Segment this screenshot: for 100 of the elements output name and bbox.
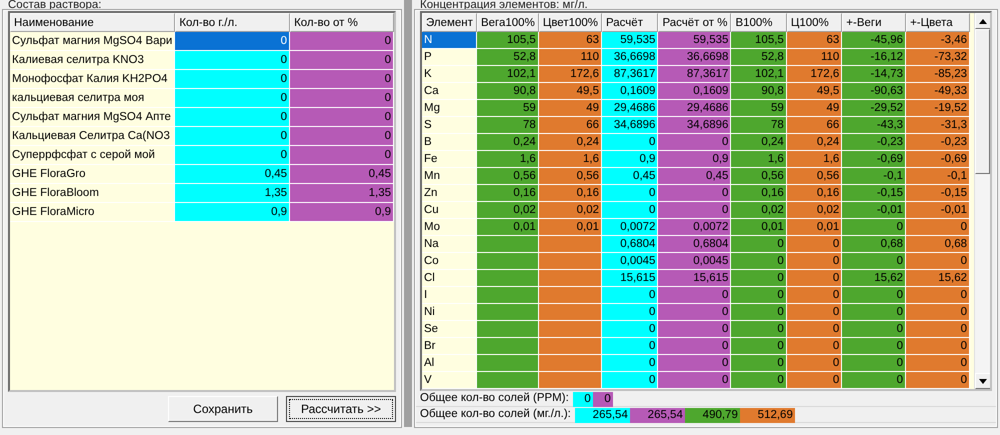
table-cell[interactable]: K	[422, 66, 477, 83]
table-cell: 0,68	[842, 236, 906, 253]
table-cell[interactable]: B	[422, 134, 477, 151]
table-cell[interactable]: 0	[175, 32, 290, 51]
table-cell[interactable]: 1,35	[175, 184, 290, 203]
table-cell: 0	[658, 355, 732, 372]
table-cell: 0	[602, 134, 658, 151]
table-cell: 1,6	[731, 151, 787, 168]
table-cell[interactable]: Cu	[422, 202, 477, 219]
column-header[interactable]: Наименование	[10, 13, 176, 32]
table-cell[interactable]: 0,45	[175, 165, 290, 184]
table-cell: 0	[658, 321, 732, 338]
table-cell[interactable]: Co	[422, 253, 477, 270]
scroll-thumb[interactable]	[975, 29, 990, 174]
table-cell[interactable]: Na	[422, 236, 477, 253]
table-cell: 0,45	[602, 168, 658, 185]
table-cell[interactable]: 0	[175, 146, 290, 165]
table-cell[interactable]: 0	[175, 89, 290, 108]
table-cell: 49	[786, 100, 842, 117]
column-header[interactable]: Вега100%	[476, 13, 539, 32]
table-cell: 0,24	[538, 134, 602, 151]
column-header[interactable]: Кол-во г./л.	[175, 13, 290, 32]
table-cell[interactable]: Cl	[422, 270, 477, 287]
table-cell: 0	[602, 304, 658, 321]
button[interactable]: Рассчитать >>	[286, 396, 396, 422]
button[interactable]: Сохранить	[168, 396, 278, 422]
table-cell: -0,69	[906, 151, 970, 168]
table-cell: 0	[842, 355, 906, 372]
scroll-down-button[interactable]	[975, 373, 990, 389]
table-cell[interactable]: N	[422, 32, 477, 49]
table-cell[interactable]: 0	[175, 108, 290, 127]
column-header[interactable]: Кол-во от %	[290, 13, 394, 32]
table-cell: 0,56	[476, 168, 539, 185]
table-cell: 29,4686	[658, 100, 732, 117]
table-cell[interactable]: Fe	[422, 151, 477, 168]
table-cell[interactable]: Zn	[422, 185, 477, 202]
table-cell: 0,01	[476, 219, 539, 236]
scroll-up-button[interactable]	[975, 13, 990, 29]
table-cell[interactable]: I	[422, 287, 477, 304]
table-cell[interactable]: P	[422, 49, 477, 66]
column-header[interactable]: Ц100%	[786, 13, 842, 32]
down-arrow-icon	[979, 378, 987, 384]
table-cell: 0,0072	[658, 219, 732, 236]
table-cell: 0	[658, 287, 732, 304]
table-cell[interactable]: Ni	[422, 304, 477, 321]
table-cell: 49,5	[538, 83, 602, 100]
table-cell: Калиевая селитра KNO3	[10, 51, 176, 70]
table-cell: 15,62	[906, 270, 970, 287]
table-cell: 59,535	[602, 32, 658, 49]
table-cell: 0	[290, 146, 394, 165]
table-cell: 0,24	[476, 134, 539, 151]
table-cell: 36,6698	[658, 49, 732, 66]
column-header[interactable]: Расчёт	[602, 13, 658, 32]
table-cell[interactable]: 0	[175, 70, 290, 89]
table-cell: 0,24	[786, 134, 842, 151]
table-cell: 0	[842, 321, 906, 338]
table-cell: 1,6	[786, 151, 842, 168]
table-cell: 66	[538, 117, 602, 134]
table-cell[interactable]: S	[422, 117, 477, 134]
table-cell: 105,5	[731, 32, 787, 49]
table-cell: -31,3	[906, 117, 970, 134]
table-cell: -73,32	[906, 49, 970, 66]
column-header[interactable]: В100%	[731, 13, 787, 32]
table-cell: 0,16	[538, 185, 602, 202]
table-cell[interactable]: Mn	[422, 168, 477, 185]
table-cell: 0,9	[658, 151, 732, 168]
table-cell: 52,8	[476, 49, 539, 66]
table-cell: 63	[538, 32, 602, 49]
table-cell[interactable]: Mg	[422, 100, 477, 117]
table-cell[interactable]: 0	[175, 51, 290, 70]
table-cell: 0	[658, 304, 732, 321]
column-header[interactable]: +-Веги	[842, 13, 906, 32]
table-cell: -45,96	[842, 32, 906, 49]
table-cell: 0,1609	[602, 83, 658, 100]
table-cell: 0	[602, 287, 658, 304]
table-cell: 87,3617	[602, 66, 658, 83]
table-cell: -0,15	[842, 185, 906, 202]
table-cell: 0	[602, 202, 658, 219]
column-header[interactable]: Элемент	[422, 13, 477, 32]
table-cell: 0	[906, 321, 970, 338]
table-cell[interactable]: Br	[422, 338, 477, 355]
table-cell[interactable]: 0	[175, 127, 290, 146]
table-cell[interactable]: V	[422, 372, 477, 389]
table-cell: -3,46	[906, 32, 970, 49]
table-cell: 0,0045	[602, 253, 658, 270]
table-cell[interactable]: Mo	[422, 219, 477, 236]
table-cell: 172,6	[786, 66, 842, 83]
column-header[interactable]: Цвет100%	[538, 13, 602, 32]
table-cell[interactable]: 0,9	[175, 203, 290, 222]
column-header[interactable]: +-Цвета	[906, 13, 970, 32]
table-cell: Сульфат магния MgSO4 Апте	[10, 108, 176, 127]
table-cell: 1,35	[290, 184, 394, 203]
table-cell[interactable]: Al	[422, 355, 477, 372]
table-cell: 0	[658, 372, 732, 389]
table-cell: 0,01	[731, 219, 787, 236]
table-cell[interactable]: Se	[422, 321, 477, 338]
scrollbar[interactable]	[974, 13, 990, 389]
table-cell[interactable]: Ca	[422, 83, 477, 100]
column-header[interactable]: Расчёт от %	[658, 13, 732, 32]
table-cell: 0	[731, 321, 787, 338]
